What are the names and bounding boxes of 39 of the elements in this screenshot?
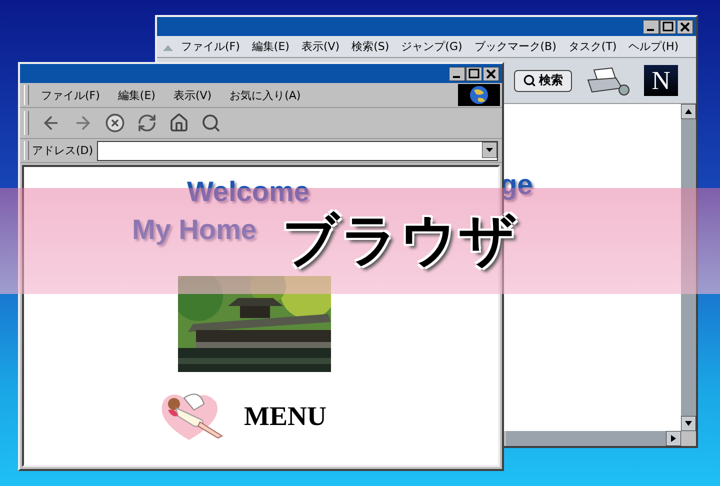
maximize-button[interactable] <box>466 66 482 80</box>
menu-item[interactable]: ブックマーク(B) <box>474 39 556 54</box>
menu-item[interactable]: タスク(T) <box>568 39 617 54</box>
menu-item[interactable]: 検索(S) <box>352 39 390 54</box>
home-icon[interactable] <box>169 113 189 133</box>
menu-item[interactable]: 表示(V) <box>173 88 212 102</box>
scroll-down-icon[interactable] <box>681 416 696 431</box>
menu-item[interactable]: ヘルプ(H) <box>628 39 679 54</box>
printer-icon[interactable] <box>586 66 630 96</box>
search-icon <box>523 74 536 87</box>
search-button[interactable]: 検索 <box>514 70 572 92</box>
scroll-up-icon[interactable] <box>681 104 696 119</box>
address-label: アドレス(D) <box>32 143 94 158</box>
stop-icon[interactable] <box>105 113 125 133</box>
heading-text: My Home <box>132 212 256 246</box>
menu-item[interactable]: ファイル(F) <box>181 39 240 54</box>
minimize-button[interactable] <box>449 66 465 80</box>
logo[interactable]: N <box>644 65 678 96</box>
menu-item[interactable]: 編集(E) <box>118 88 156 102</box>
scroll-right-icon[interactable] <box>666 431 681 446</box>
close-button[interactable] <box>677 20 693 34</box>
menu-item[interactable]: 表示(V) <box>301 39 340 54</box>
close-button[interactable] <box>483 66 499 80</box>
maximize-button[interactable] <box>660 20 676 34</box>
globe-icon <box>458 84 500 106</box>
menu-item[interactable]: 編集(E) <box>252 39 290 54</box>
banner-title: ブラウザ <box>282 207 518 275</box>
grip-icon <box>163 42 173 50</box>
menu-heading[interactable]: MENU <box>244 400 326 432</box>
menu-item[interactable]: お気に入り(A) <box>230 88 301 102</box>
menu-item[interactable]: ジャンプ(G) <box>401 39 462 54</box>
search-icon[interactable] <box>201 113 221 133</box>
dropdown-icon[interactable] <box>482 142 497 158</box>
menu-item[interactable]: ファイル(F) <box>41 88 100 102</box>
vertical-scrollbar[interactable] <box>681 104 696 431</box>
refresh-icon[interactable] <box>137 113 157 133</box>
address-field[interactable] <box>97 140 498 160</box>
minimize-button[interactable] <box>643 20 659 34</box>
horizontal-scrollbar[interactable] <box>506 431 681 446</box>
